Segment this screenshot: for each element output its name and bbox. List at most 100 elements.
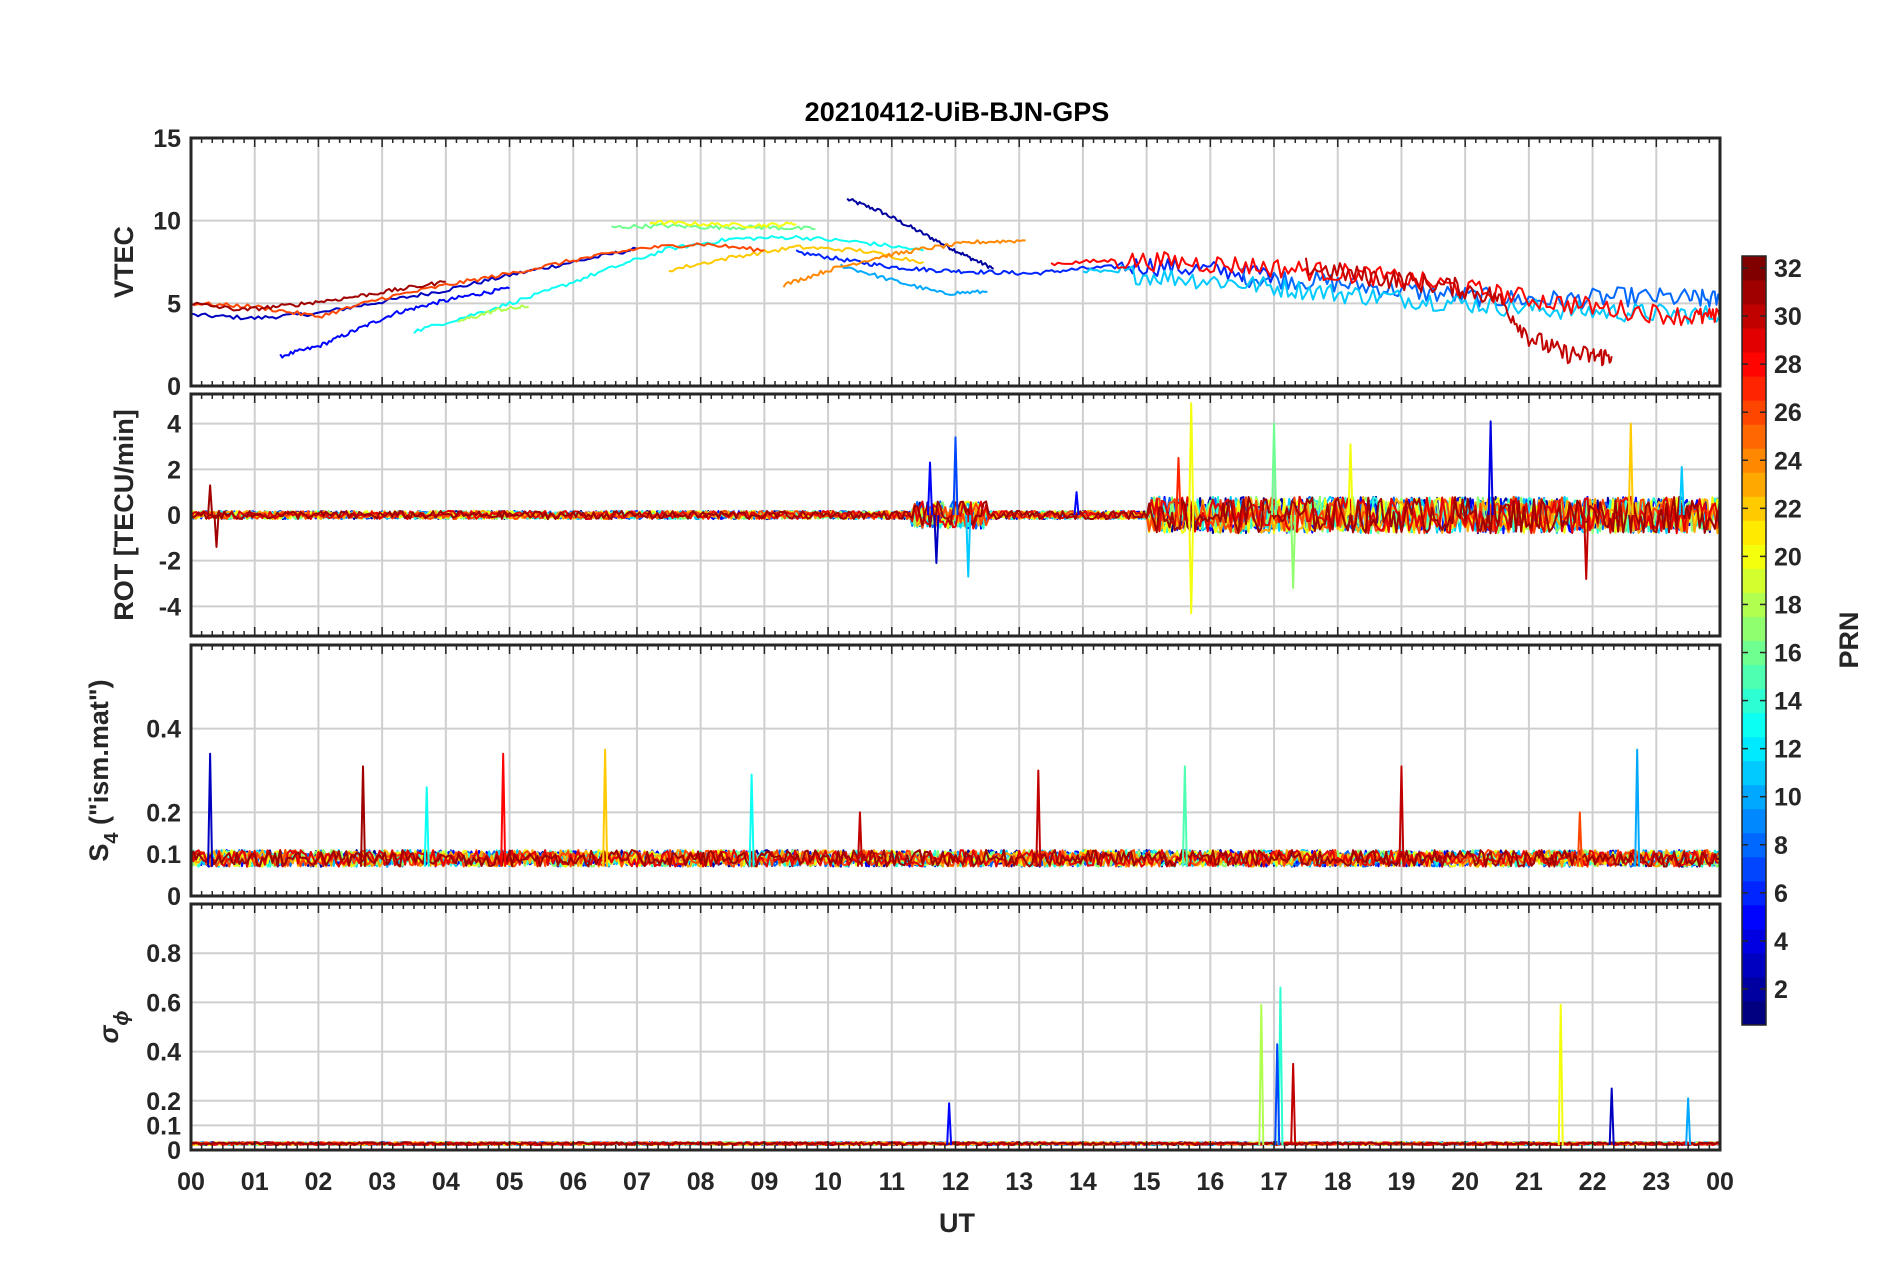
sigma-phi-panel: 00.10.2 0.4 0.6 0.8 σϕ <box>94 902 1722 1165</box>
y-tick-label: 5 <box>167 290 181 318</box>
colorbar-segment <box>1742 1000 1766 1026</box>
s4-peak-prn-28 <box>500 752 507 867</box>
colorbar-tick-label: 8 <box>1774 832 1788 860</box>
x-tick-label: 14 <box>1069 1168 1097 1196</box>
y-tick-label: 0 <box>167 883 181 911</box>
y-tick-label: 10 <box>153 208 181 236</box>
x-tick-label: 12 <box>942 1168 970 1196</box>
y-tick-label: 0.1 <box>146 841 181 869</box>
sigphi-peak-prn-20 <box>1557 1003 1564 1146</box>
colorbar-segment <box>1742 328 1766 353</box>
colorbar-tick-label: 10 <box>1774 784 1802 812</box>
colorbar-segment <box>1742 760 1766 786</box>
colorbar-tick-label: 18 <box>1774 591 1802 619</box>
x-tick-label: 08 <box>687 1168 715 1196</box>
x-tick-label: 22 <box>1579 1168 1607 1196</box>
rot-peak-prn-31 <box>213 514 220 548</box>
y-axis-label-main: σ <box>94 1025 124 1044</box>
y-tick-label: 0.4 <box>146 716 181 744</box>
sigphi-peak-prn-10 <box>1685 1097 1692 1146</box>
colorbar-segment <box>1742 856 1766 882</box>
y-axis-label: S4 ("ism.mat") <box>84 679 123 861</box>
y-axis-label-main: S <box>84 844 114 862</box>
y-tick-label: -2 <box>159 548 181 576</box>
sigphi-peak-prn-3 <box>1608 1087 1615 1146</box>
x-tick-label: 23 <box>1642 1168 1670 1196</box>
x-tick-label: 02 <box>305 1168 333 1196</box>
colorbar-segment <box>1742 424 1766 449</box>
y-tick-label: 2 <box>167 456 181 484</box>
colorbar-tick-label: 16 <box>1774 640 1802 668</box>
colorbar-tick-label: 32 <box>1774 255 1802 283</box>
s4-peak-prn-22 <box>602 748 609 867</box>
colorbar-segment <box>1742 520 1766 545</box>
colorbar-tick-label: 28 <box>1774 351 1802 379</box>
y-axis-label-sub: ϕ <box>111 1010 133 1025</box>
colorbar-segment <box>1742 808 1766 834</box>
y-tick-label: 4 <box>167 411 181 439</box>
x-tick-label: 07 <box>623 1168 651 1196</box>
colorbar-segment <box>1742 472 1766 497</box>
colorbar-segment <box>1742 904 1766 930</box>
colorbar-tick-label: 6 <box>1774 880 1788 908</box>
y-axis-label: σϕ <box>94 1010 133 1043</box>
y-tick-label: 0 <box>167 373 181 401</box>
x-tick-label: 11 <box>879 1168 906 1196</box>
rot-peak-prn-20 <box>1188 514 1195 615</box>
x-tick-label: 03 <box>368 1168 396 1196</box>
vtec-panel: 0 5 10 15 VTEC <box>109 125 1722 401</box>
colorbar: 2468101214161820222426283032PRN <box>1741 255 1864 1026</box>
vtec-series-prn-5 <box>279 286 510 359</box>
chart-title: 20210412-UiB-BJN-GPS <box>805 97 1110 127</box>
colorbar-segment <box>1742 376 1766 401</box>
colorbar-segment <box>1742 616 1766 641</box>
figure: 20210412-UiB-BJN-GPS 051015VTEC -4-2024R… <box>84 97 1864 1238</box>
x-tick-label: 15 <box>1133 1168 1161 1196</box>
rot-peak-prn-20 <box>1188 402 1195 516</box>
y-tick-label: -4 <box>159 593 181 621</box>
x-axis-label: UT <box>939 1208 975 1238</box>
colorbar-tick-label: 26 <box>1774 399 1802 427</box>
y-axis-label: VTEC <box>109 226 139 298</box>
sigphi-peak-prn-30 <box>1290 1062 1297 1146</box>
x-tick-label: 19 <box>1388 1168 1416 1196</box>
colorbar-tick-label: 20 <box>1774 543 1802 571</box>
x-tick-label: 01 <box>241 1168 269 1196</box>
x-tick-label: 16 <box>1196 1168 1224 1196</box>
colorbar-segment <box>1742 952 1766 978</box>
y-tick-label: 0.4 <box>146 1039 181 1067</box>
colorbar-segment <box>1742 568 1766 593</box>
x-tick-label: 13 <box>1005 1168 1033 1196</box>
x-tick-label: 06 <box>559 1168 587 1196</box>
vtec-series-prn-6 <box>795 249 1275 284</box>
x-tick-label: 00 <box>1706 1168 1734 1196</box>
y-tick-label: 0.6 <box>146 989 181 1017</box>
colorbar-segment <box>1742 280 1766 305</box>
y-axis-label-rest: ("ism.mat") <box>84 679 114 832</box>
x-tick-label: 05 <box>496 1168 524 1196</box>
y-tick-label: 0 <box>167 1137 181 1165</box>
y-axis-label: ROT [TECU/min] <box>109 409 139 620</box>
x-tick-label: 04 <box>432 1168 460 1196</box>
x-tick-label: 18 <box>1324 1168 1352 1196</box>
colorbar-tick-label: 24 <box>1774 447 1802 475</box>
colorbar-tick-label: 4 <box>1774 928 1788 956</box>
x-tick-label: 09 <box>750 1168 778 1196</box>
colorbar-tick-label: 14 <box>1774 688 1802 716</box>
colorbar-tick-label: 12 <box>1774 736 1802 764</box>
x-tick-label: 20 <box>1451 1168 1479 1196</box>
colorbar-tick-label: 30 <box>1774 303 1802 331</box>
x-tick-label: 00 <box>177 1168 205 1196</box>
colorbar-tick-label: 2 <box>1774 976 1788 1004</box>
y-tick-label: 0.8 <box>146 940 181 968</box>
colorbar-segment <box>1742 712 1766 738</box>
y-tick-label: 0.2 <box>146 1088 181 1116</box>
s4-peak-prn-10 <box>1634 748 1641 867</box>
x-tick-label: 17 <box>1260 1168 1288 1196</box>
y-tick-label: 0.1 <box>146 1112 181 1140</box>
sigphi-peak-prn-18 <box>1258 1003 1265 1146</box>
colorbar-tick-label: 22 <box>1774 495 1802 523</box>
s4-peak-prn-3 <box>207 752 214 867</box>
vtec-series-prn-30 <box>1304 257 1613 367</box>
x-tick-label: 21 <box>1515 1168 1543 1196</box>
